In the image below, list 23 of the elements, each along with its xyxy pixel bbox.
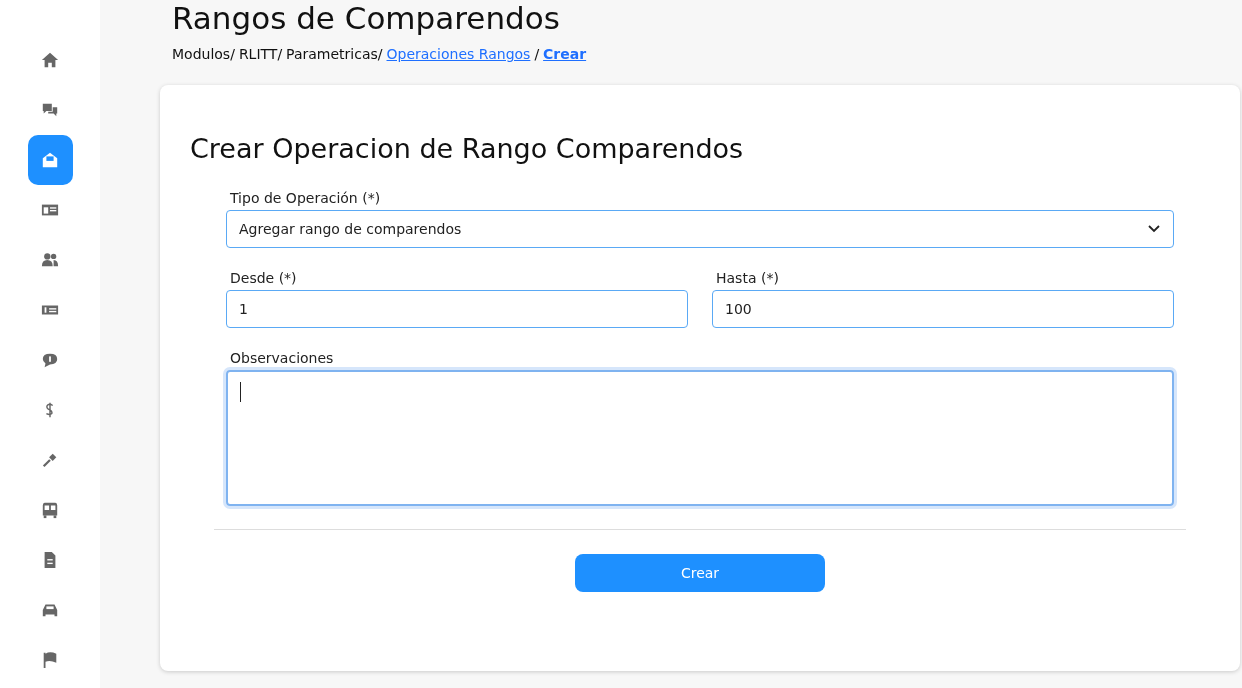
breadcrumb-link[interactable]: Operaciones Rangos bbox=[386, 46, 531, 62]
breadcrumb-item: Parametricas/ bbox=[286, 46, 383, 62]
page-title: Rangos de Comparendos bbox=[171, 0, 561, 36]
field-label: Tipo de Operación (*) bbox=[229, 190, 382, 206]
home-icon bbox=[41, 51, 59, 69]
users-icon bbox=[41, 251, 59, 269]
gavel-icon bbox=[41, 451, 59, 469]
envelope-icon bbox=[41, 151, 59, 169]
operation-type-select[interactable]: Agregar rango de comparendos bbox=[226, 210, 1174, 248]
breadcrumb-item: / bbox=[534, 46, 540, 62]
input-field[interactable]: 1 bbox=[226, 290, 688, 328]
breadcrumb-item: Modulos/ bbox=[172, 46, 235, 62]
input-field[interactable]: 100 bbox=[712, 290, 1174, 328]
sidebar-item[interactable] bbox=[27, 135, 73, 185]
breadcrumb-item: RLITT/ bbox=[238, 46, 283, 62]
field-label: Hasta (*) bbox=[715, 270, 780, 286]
bus-icon bbox=[41, 501, 59, 519]
field-label: Observaciones bbox=[229, 350, 335, 366]
flag-icon bbox=[41, 651, 59, 669]
breadcrumb-link[interactable]: Crear bbox=[543, 46, 587, 62]
form-title: Crear Operacion de Rango Comparendos bbox=[190, 133, 745, 164]
chevron-down-icon bbox=[1147, 224, 1161, 234]
field-label: Desde (*) bbox=[229, 270, 298, 286]
